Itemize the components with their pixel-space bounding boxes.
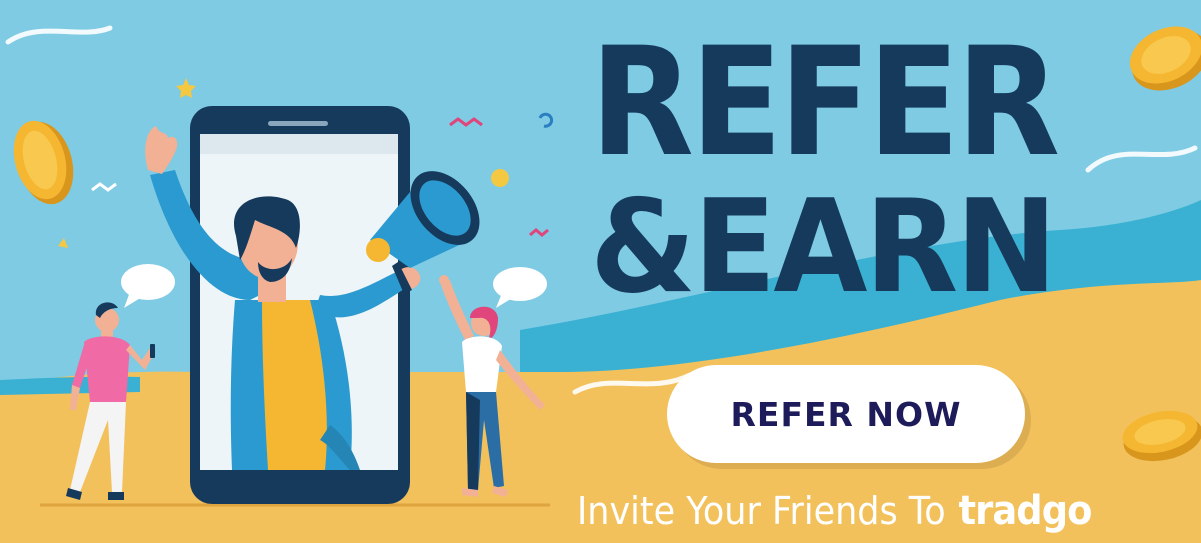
brand-logo: tradgo	[958, 488, 1092, 534]
headline-refer: REFER	[590, 16, 1060, 190]
headline: REFER &EARN	[590, 28, 1110, 312]
tagline: Invite Your Friends To tradgo	[577, 485, 1092, 537]
refer-now-button[interactable]: REFER NOW	[667, 365, 1025, 463]
headline-earn: &EARN	[590, 173, 1057, 322]
refer-earn-banner: REFER &EARN REFER NOW Invite Your Friend…	[0, 0, 1201, 543]
tagline-text: Invite Your Friends To	[577, 489, 946, 533]
